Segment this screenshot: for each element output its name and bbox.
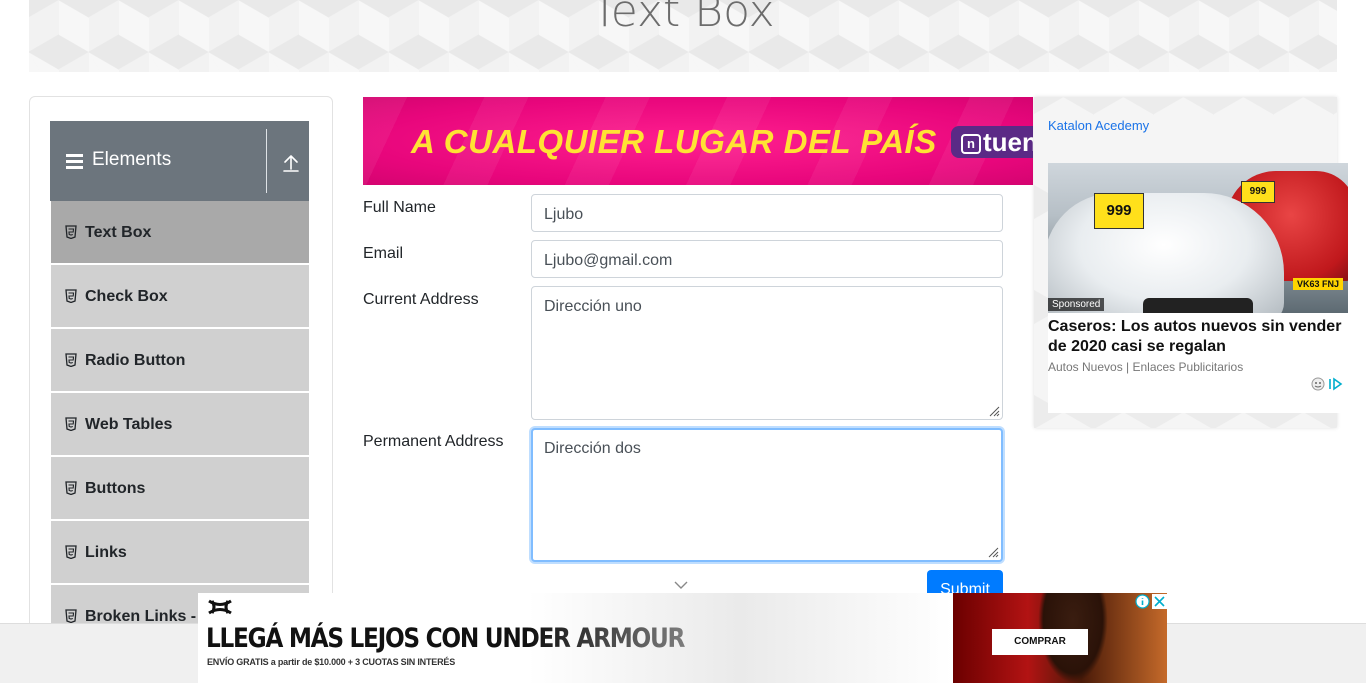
- html5-icon: [65, 481, 77, 495]
- html5-icon: [65, 353, 77, 367]
- sidebar-group-title: Elements: [66, 149, 171, 171]
- resize-handle-icon[interactable]: [987, 546, 999, 558]
- sidebar-item-web-tables[interactable]: Web Tables: [50, 393, 309, 456]
- car-grille: [1143, 298, 1253, 313]
- sidebar-item-label: Check Box: [85, 288, 168, 305]
- sponsored-badge: Sponsored: [1048, 298, 1105, 311]
- resize-handle-icon[interactable]: [988, 405, 1000, 417]
- hamburger-icon: [66, 154, 84, 169]
- ad-source-link[interactable]: Katalon Acedemy: [1048, 118, 1149, 133]
- sidebar-item-text-box[interactable]: Text Box: [50, 201, 309, 264]
- full-name-label: Full Name: [363, 199, 436, 216]
- price-tag: 999: [1241, 181, 1275, 203]
- chevron-down-icon[interactable]: [673, 580, 689, 590]
- ad-car-photo: 999 999 VK63 FNJ Sponsored: [1048, 163, 1348, 313]
- html5-icon: [65, 545, 77, 559]
- ad-bottom-fade: [528, 593, 953, 683]
- html5-icon: [65, 417, 77, 431]
- sidebar-item-label: Radio Button: [85, 352, 186, 369]
- sidebar-item-check-box[interactable]: Check Box: [50, 265, 309, 328]
- email-label: Email: [363, 245, 404, 262]
- html5-icon: [65, 225, 77, 239]
- ad-banner-top[interactable]: A CUALQUIER LUGAR DEL PAÍS n tuen: [363, 97, 1033, 185]
- email-value: Ljubo@gmail.com: [544, 252, 673, 269]
- sidebar-item-buttons[interactable]: Buttons: [50, 457, 309, 520]
- ad-card[interactable]: 999 999 VK63 FNJ Sponsored Caseros: Los …: [1048, 163, 1348, 413]
- ad-right-advertiser: Autos Nuevos | Enlaces Publicitarios: [1048, 360, 1244, 374]
- sidebar-item-links[interactable]: Links: [50, 521, 309, 584]
- ad-panel-right[interactable]: Katalon Acedemy 999 999 VK63 FNJ Sponsor…: [1034, 97, 1348, 428]
- email-input[interactable]: Ljubo@gmail.com: [531, 240, 1003, 278]
- ad-right-headline[interactable]: Caseros: Los autos nuevos sin vender de …: [1048, 317, 1343, 357]
- ad-bottom-subtext: ENVÍO GRATIS a partir de $10.000 + 3 CUO…: [207, 657, 455, 667]
- full-name-input[interactable]: Ljubo: [531, 194, 1003, 232]
- under-armour-logo-icon: [208, 599, 232, 615]
- close-icon[interactable]: [1152, 594, 1167, 609]
- sidebar-item-label: Web Tables: [85, 416, 173, 433]
- adchoices-icon[interactable]: [1310, 376, 1350, 392]
- page-header-banner: Text Box: [29, 0, 1337, 72]
- ad-top-headline: A CUALQUIER LUGAR DEL PAÍS: [411, 123, 937, 160]
- license-plate: VK63 FNJ: [1293, 278, 1343, 290]
- current-address-textarea[interactable]: Dirección uno: [531, 286, 1003, 420]
- sidebar-group-label: Elements: [92, 149, 172, 170]
- white-car-image: [1048, 193, 1284, 313]
- page-title: Text Box: [591, 0, 775, 37]
- collapse-up-icon[interactable]: [279, 151, 303, 175]
- price-tag: 999: [1094, 193, 1144, 229]
- ad-buy-button[interactable]: COMPRAR: [992, 629, 1088, 655]
- ad-banner-bottom[interactable]: LLEGÁ MÁS LEJOS CON UNDER ARMOUR ENVÍO G…: [198, 593, 1167, 683]
- sidebar-group-divider: [266, 129, 267, 193]
- ad-top-brand-mark: n: [961, 134, 981, 155]
- sidebar-item-label: Text Box: [85, 224, 152, 241]
- ad-top-brand-text: tuen: [983, 127, 1033, 157]
- permanent-address-textarea[interactable]: Dirección dos: [531, 428, 1003, 562]
- ad-top-brand-logo: n tuen: [951, 126, 1033, 158]
- current-address-value: Dirección uno: [544, 298, 642, 315]
- current-address-label: Current Address: [363, 291, 479, 308]
- sidebar-group-elements[interactable]: Elements: [50, 121, 309, 201]
- sidebar-item-label: Links: [85, 544, 127, 561]
- sidebar-item-radio-button[interactable]: Radio Button: [50, 329, 309, 392]
- html5-icon: [65, 609, 77, 623]
- page-root: Text Box Elements Text Box Check Box Rad…: [0, 0, 1366, 683]
- permanent-address-value: Dirección dos: [544, 440, 641, 457]
- info-icon[interactable]: [1135, 594, 1150, 609]
- permanent-address-label: Permanent Address: [363, 433, 504, 450]
- sidebar-item-label: Buttons: [85, 480, 146, 497]
- full-name-value: Ljubo: [544, 206, 584, 223]
- html5-icon: [65, 289, 77, 303]
